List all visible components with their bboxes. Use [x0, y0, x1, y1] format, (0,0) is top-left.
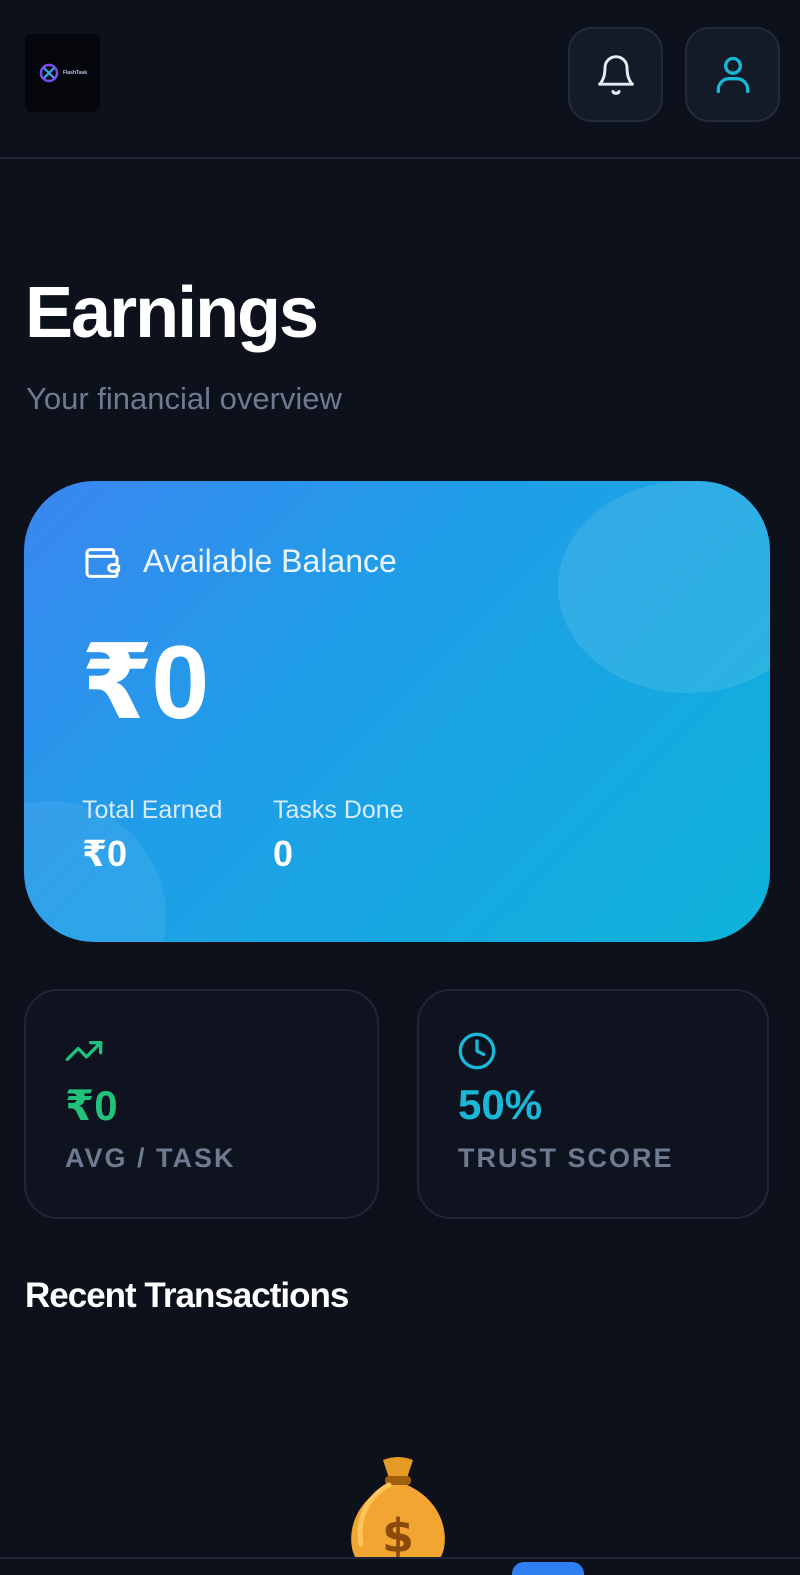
avg-per-task-card: ₹0 AVG / TASK — [24, 989, 379, 1219]
tasks-done-label: Tasks Done — [273, 796, 404, 824]
notifications-button[interactable] — [568, 27, 663, 122]
logo-text: FlashTask — [62, 70, 88, 76]
decorative-circle — [558, 481, 770, 693]
logo-mark-icon — [39, 63, 59, 83]
trust-score-value: 50% — [458, 1081, 543, 1128]
balance-label: Available Balance — [143, 543, 397, 579]
recent-transactions-title: Recent Transactions — [25, 1276, 349, 1315]
clock-icon — [458, 1032, 496, 1070]
nav-active-indicator[interactable] — [512, 1562, 584, 1575]
avg-per-task-label: AVG / TASK — [65, 1143, 236, 1173]
app-logo[interactable]: FlashTask — [25, 34, 100, 112]
page-subtitle: Your financial overview — [26, 381, 342, 416]
user-icon — [716, 56, 749, 93]
avg-per-task-value: ₹0 — [65, 1082, 118, 1129]
balance-amount: ₹0 — [81, 625, 209, 741]
profile-button[interactable] — [685, 27, 780, 122]
trending-up-icon — [65, 1041, 103, 1061]
bottom-navigation — [0, 1557, 800, 1575]
total-earned-value: ₹0 — [82, 833, 128, 874]
trust-score-label: TRUST SCORE — [458, 1143, 674, 1173]
svg-text:$: $ — [382, 1509, 414, 1563]
tasks-done-value: 0 — [273, 833, 294, 874]
top-header: FlashTask — [0, 0, 800, 159]
trust-score-card: 50% TRUST SCORE — [417, 989, 769, 1219]
page-title: Earnings — [25, 273, 319, 353]
bell-icon — [597, 54, 634, 95]
total-earned-label: Total Earned — [82, 796, 223, 824]
wallet-icon — [85, 548, 121, 578]
balance-card: Available Balance ₹0 Total Earned ₹0 Tas… — [24, 481, 770, 942]
